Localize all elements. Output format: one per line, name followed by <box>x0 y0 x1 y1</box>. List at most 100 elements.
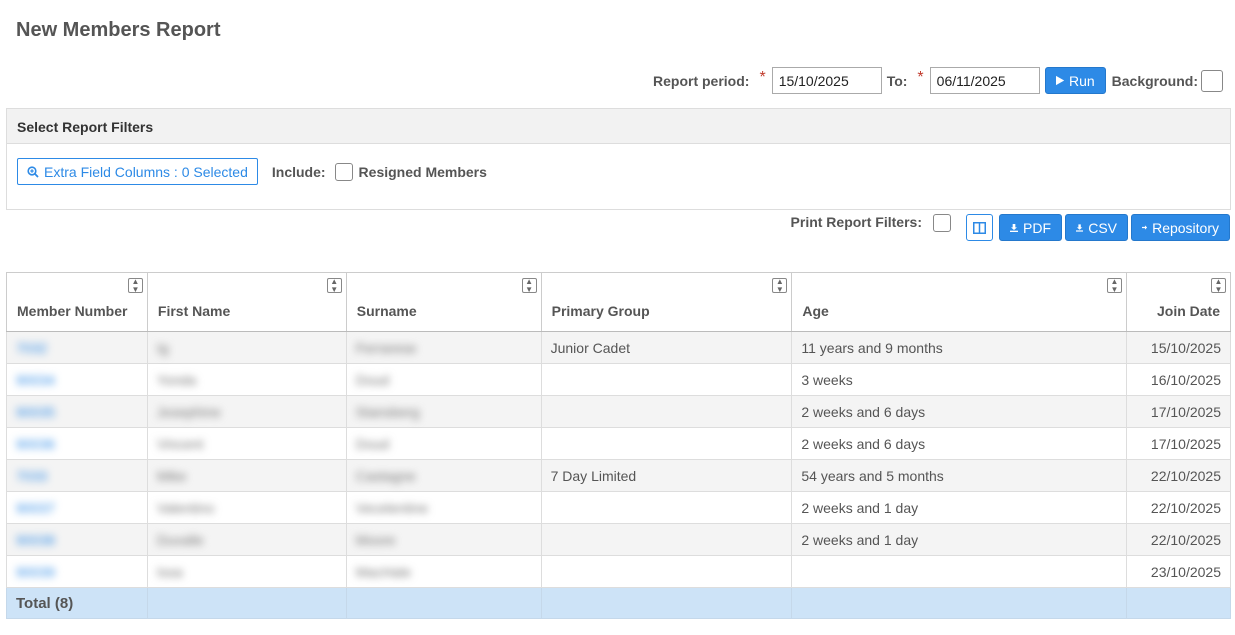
period-from-input[interactable] <box>771 67 882 94</box>
surname-cell: Vecelentine <box>355 499 429 516</box>
join-date-cell: 22/10/2025 <box>1150 531 1221 548</box>
age-cell: 2 weeks and 1 day <box>801 499 919 516</box>
member-number-link[interactable]: 7032 <box>16 340 47 356</box>
join-date-cell: 15/10/2025 <box>1150 339 1221 356</box>
age-cell: 11 years and 9 months <box>801 339 943 356</box>
table-total-row: Total (8) <box>6 587 1232 619</box>
surname-cell: Doud <box>355 371 390 388</box>
join-date-cell: 23/10/2025 <box>1150 563 1221 580</box>
table-row: 7033 Mike Castagne 7 Day Limited 54 years an… <box>6 459 1232 492</box>
repository-button[interactable]: Repository <box>1131 214 1230 241</box>
join-date-cell: 22/10/2025 <box>1150 499 1221 516</box>
primary-group-cell: 7 Day Limited <box>550 467 637 484</box>
include-label: Include: <box>271 163 326 180</box>
sort-icon[interactable]: ▲ ▼ <box>326 277 342 293</box>
first-name-cell: Vincent <box>156 435 204 452</box>
column-header-member-number[interactable]: ▲ ▼ Member Number <box>6 272 148 332</box>
background-checkbox[interactable] <box>1201 69 1223 92</box>
page-title: New Members Report <box>16 19 221 41</box>
columns-icon <box>973 221 986 234</box>
required-mark: * <box>917 68 924 86</box>
table-row: 7032 Ig Ferrarese Junior Cadet 11 years and … <box>6 331 1232 364</box>
table-row: 90037 Valentino Vecelentine 2 weeks and 1 d… <box>6 491 1232 524</box>
age-cell: 54 years and 5 months <box>801 467 944 484</box>
first-name-cell: Ig <box>156 339 169 356</box>
extra-field-columns-button[interactable]: Extra Field Columns : 0 Selected <box>17 158 258 185</box>
resigned-members-label: Resigned Members <box>358 163 487 180</box>
table-row: 90039 Issa MacHale 23/10/2025 <box>6 555 1232 588</box>
member-number-link[interactable]: 90034 <box>16 372 55 388</box>
member-number-link[interactable]: 7033 <box>16 468 47 484</box>
first-name-cell: Mike <box>156 467 187 484</box>
sort-icon[interactable]: ▲ ▼ <box>772 277 788 293</box>
first-name-cell: Duvalle <box>156 531 204 548</box>
period-to-input[interactable] <box>929 67 1040 94</box>
columns-toggle-button[interactable] <box>966 214 993 241</box>
age-cell: 2 weeks and 6 days <box>801 435 926 452</box>
first-name-cell: Josephine <box>156 403 221 420</box>
member-number-link[interactable]: 90035 <box>16 404 55 420</box>
report-period-label: Report period: <box>653 72 750 89</box>
table-row: 90036 Vincent Doud 2 weeks and 6 days 17/10/… <box>6 427 1232 460</box>
join-date-cell: 22/10/2025 <box>1150 467 1221 484</box>
period-to-label: To: <box>886 72 908 89</box>
csv-label: CSV <box>1088 219 1117 236</box>
column-header-join-date[interactable]: ▲ ▼ Join Date <box>1125 272 1232 332</box>
join-date-cell: 16/10/2025 <box>1150 371 1221 388</box>
arrow-right-icon <box>1142 225 1148 230</box>
column-header-surname[interactable]: ▲ ▼ Surname <box>345 272 542 332</box>
run-label: Run <box>1068 72 1095 89</box>
required-mark: * <box>759 68 766 86</box>
primary-group-cell: Junior Cadet <box>550 339 630 356</box>
print-report-filters-checkbox[interactable] <box>933 213 951 232</box>
first-name-cell: Yonda <box>156 371 197 388</box>
sort-icon[interactable]: ▲ ▼ <box>1106 277 1122 293</box>
sort-icon[interactable]: ▲ ▼ <box>1211 277 1226 293</box>
table-row: 90038 Duvalle Moore 2 weeks and 1 day 22/10/… <box>6 523 1232 556</box>
member-number-link[interactable]: 90036 <box>16 436 55 452</box>
surname-cell: MacHale <box>355 563 411 580</box>
table-row: 90034 Yonda Doud 3 weeks 16/10/2025 <box>6 363 1232 396</box>
download-icon <box>1076 223 1084 232</box>
run-button[interactable]: Run <box>1044 67 1106 94</box>
member-number-link[interactable]: 90037 <box>16 500 55 516</box>
repository-label: Repository <box>1152 219 1219 236</box>
zoom-in-icon <box>27 165 39 178</box>
total-label: Total (8) <box>6 587 148 619</box>
table-header-row: ▲ ▼ Member Number ▲ ▼ First Name ▲ ▼ Surname ▲… <box>6 272 1232 332</box>
surname-cell: Moore <box>355 531 396 548</box>
first-name-cell: Issa <box>156 563 183 580</box>
csv-button[interactable]: CSV <box>1065 214 1128 241</box>
column-header-primary-group[interactable]: ▲ ▼ Primary Group <box>540 272 793 332</box>
filters-header: Select Report Filters <box>7 109 1230 144</box>
surname-cell: Castagne <box>355 467 416 484</box>
report-filters-panel: Select Report Filters Extra Field Column… <box>6 108 1231 210</box>
pdf-label: PDF <box>1023 219 1051 236</box>
print-report-filters-label: Print Report Filters: <box>790 213 922 230</box>
report-period-bar: Report period: * To: * Run Background: <box>653 67 1223 94</box>
member-number-link[interactable]: 90039 <box>16 564 55 580</box>
surname-cell: Ferrarese <box>355 339 417 356</box>
column-header-age[interactable]: ▲ ▼ Age <box>791 272 1127 332</box>
sort-icon[interactable]: ▲ ▼ <box>521 277 537 293</box>
age-cell: 2 weeks and 6 days <box>801 403 926 420</box>
surname-cell: Stansberg <box>355 403 420 420</box>
join-date-cell: 17/10/2025 <box>1150 435 1221 452</box>
age-cell: 2 weeks and 1 day <box>801 531 919 548</box>
pdf-button[interactable]: PDF <box>999 214 1062 241</box>
extra-field-columns-label: Extra Field Columns : 0 Selected <box>44 163 248 180</box>
resigned-members-checkbox[interactable] <box>334 162 353 181</box>
export-toolbar: Print Report Filters: PDF CSV Repository <box>790 213 1230 241</box>
new-members-table: ▲ ▼ Member Number ▲ ▼ First Name ▲ ▼ Surname ▲… <box>6 272 1232 619</box>
age-cell: 3 weeks <box>801 371 853 388</box>
background-label: Background: <box>1111 72 1198 89</box>
member-number-link[interactable]: 90038 <box>16 532 55 548</box>
column-header-first-name[interactable]: ▲ ▼ First Name <box>146 272 347 332</box>
first-name-cell: Valentino <box>156 499 215 516</box>
play-icon <box>1055 75 1064 86</box>
download-icon <box>1010 223 1018 232</box>
table-row: 90035 Josephine Stansberg 2 weeks and 6 day… <box>6 395 1232 428</box>
surname-cell: Doud <box>355 435 390 452</box>
join-date-cell: 17/10/2025 <box>1150 403 1221 420</box>
sort-icon[interactable]: ▲ ▼ <box>127 277 143 293</box>
